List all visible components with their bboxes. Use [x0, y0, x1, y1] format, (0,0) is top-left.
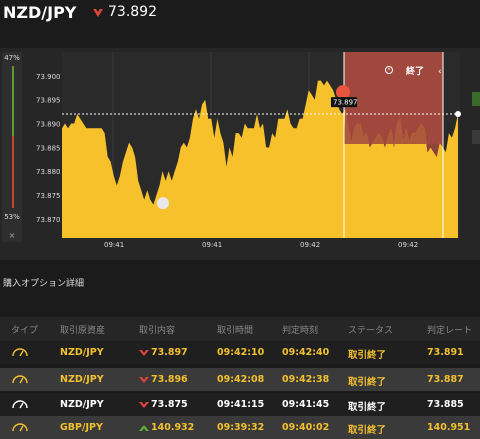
row-judge-rate: 73.885 — [427, 399, 464, 410]
y-tick-label: 73.895 — [36, 97, 61, 105]
up-arrow-icon — [139, 425, 149, 431]
row-rate: 73.897 — [151, 347, 188, 358]
table-row[interactable]: GBP/JPY 140.932 09:39:32 09:40:02 取引終了 140.95… — [0, 416, 480, 439]
col-judge-time: 判定時刻 — [282, 326, 319, 336]
entry-past-icon — [157, 197, 169, 210]
row-asset: GBP/JPY — [60, 422, 103, 433]
gauge-icon — [12, 423, 28, 432]
row-status: 取引終了 — [348, 402, 387, 413]
x-tick-label: 09:41 — [202, 241, 222, 249]
side-marker-icon — [472, 130, 480, 144]
row-trade-time: 09:42:08 — [217, 374, 265, 385]
row-status: 取引終了 — [348, 425, 387, 436]
entry-rate-text: 73.897 — [333, 99, 358, 107]
price-chart: 73.900 73.895 73.890 73.885 73.880 73.875 73.8… — [36, 52, 480, 249]
entry-down-icon — [336, 85, 350, 100]
row-status: 取引終了 — [348, 350, 387, 361]
table-row[interactable]: NZD/JPY 73.897 09:42:10 09:42:40 取引終了 73.891 — [0, 341, 480, 364]
row-judge-rate: 73.887 — [427, 374, 464, 385]
row-rate: 140.932 — [151, 422, 195, 433]
gauge-icon — [12, 375, 28, 384]
current-price-dot — [455, 111, 461, 117]
y-tick-label: 73.900 — [36, 73, 61, 81]
row-asset: NZD/JPY — [60, 399, 104, 410]
gauge-icon — [12, 400, 28, 409]
col-type: タイプ — [11, 326, 39, 336]
row-judge-time: 09:41:45 — [282, 399, 330, 410]
table-header: タイプ 取引原資産 取引内容 取引時間 判定時刻 ステータス 判定レート — [0, 317, 480, 341]
row-judge-rate: 73.891 — [427, 347, 464, 358]
y-tick-label: 73.875 — [36, 192, 61, 200]
x-tick-label: 09:42 — [300, 241, 320, 249]
row-judge-rate: 140.951 — [427, 422, 471, 433]
y-tick-label: 73.880 — [36, 168, 61, 176]
down-arrow-icon — [139, 402, 149, 408]
options-section-title: 購入オプション詳細 — [3, 279, 85, 289]
x-tick-label: 09:41 — [104, 241, 124, 249]
row-asset: NZD/JPY — [60, 374, 104, 385]
up-marker-icon — [472, 92, 480, 106]
x-tick-label: 09:42 — [398, 241, 418, 249]
gauge-icon — [12, 348, 28, 357]
col-status: ステータス — [348, 326, 394, 336]
row-rate: 73.875 — [151, 399, 188, 410]
entry-marker-past — [157, 197, 169, 210]
table-row[interactable]: NZD/JPY 73.875 09:41:15 09:41:45 取引終了 73.885 — [0, 393, 480, 416]
row-judge-time: 09:40:02 — [282, 422, 330, 433]
row-asset: NZD/JPY — [60, 347, 104, 358]
col-judge-rate: 判定レート — [427, 326, 473, 336]
y-axis-labels: 73.900 73.895 73.890 73.885 73.880 73.875 73.8… — [36, 73, 61, 224]
table-row[interactable]: NZD/JPY 73.896 09:42:08 09:42:38 取引終了 73.887 — [0, 368, 480, 391]
row-trade-time: 09:42:10 — [217, 347, 265, 358]
row-status: 取引終了 — [348, 377, 387, 388]
row-rate: 73.896 — [151, 374, 188, 385]
end-label-arrow-icon: ‹ — [438, 67, 442, 77]
y-tick-label: 73.870 — [36, 216, 61, 224]
y-tick-label: 73.885 — [36, 144, 61, 152]
down-arrow-icon — [139, 350, 149, 356]
row-judge-time: 09:42:40 — [282, 347, 330, 358]
col-trade-time: 取引時間 — [217, 326, 254, 336]
down-arrow-icon — [139, 377, 149, 383]
end-label-text: 終了 — [406, 65, 424, 77]
x-axis-labels: 09:41 09:41 09:42 09:42 — [104, 241, 418, 249]
row-trade-time: 09:39:32 — [217, 422, 265, 433]
row-trade-time: 09:41:15 — [217, 399, 265, 410]
row-judge-time: 09:42:38 — [282, 374, 330, 385]
col-content: 取引内容 — [139, 326, 176, 336]
col-asset: 取引原資産 — [60, 326, 106, 336]
y-tick-label: 73.890 — [36, 121, 61, 129]
